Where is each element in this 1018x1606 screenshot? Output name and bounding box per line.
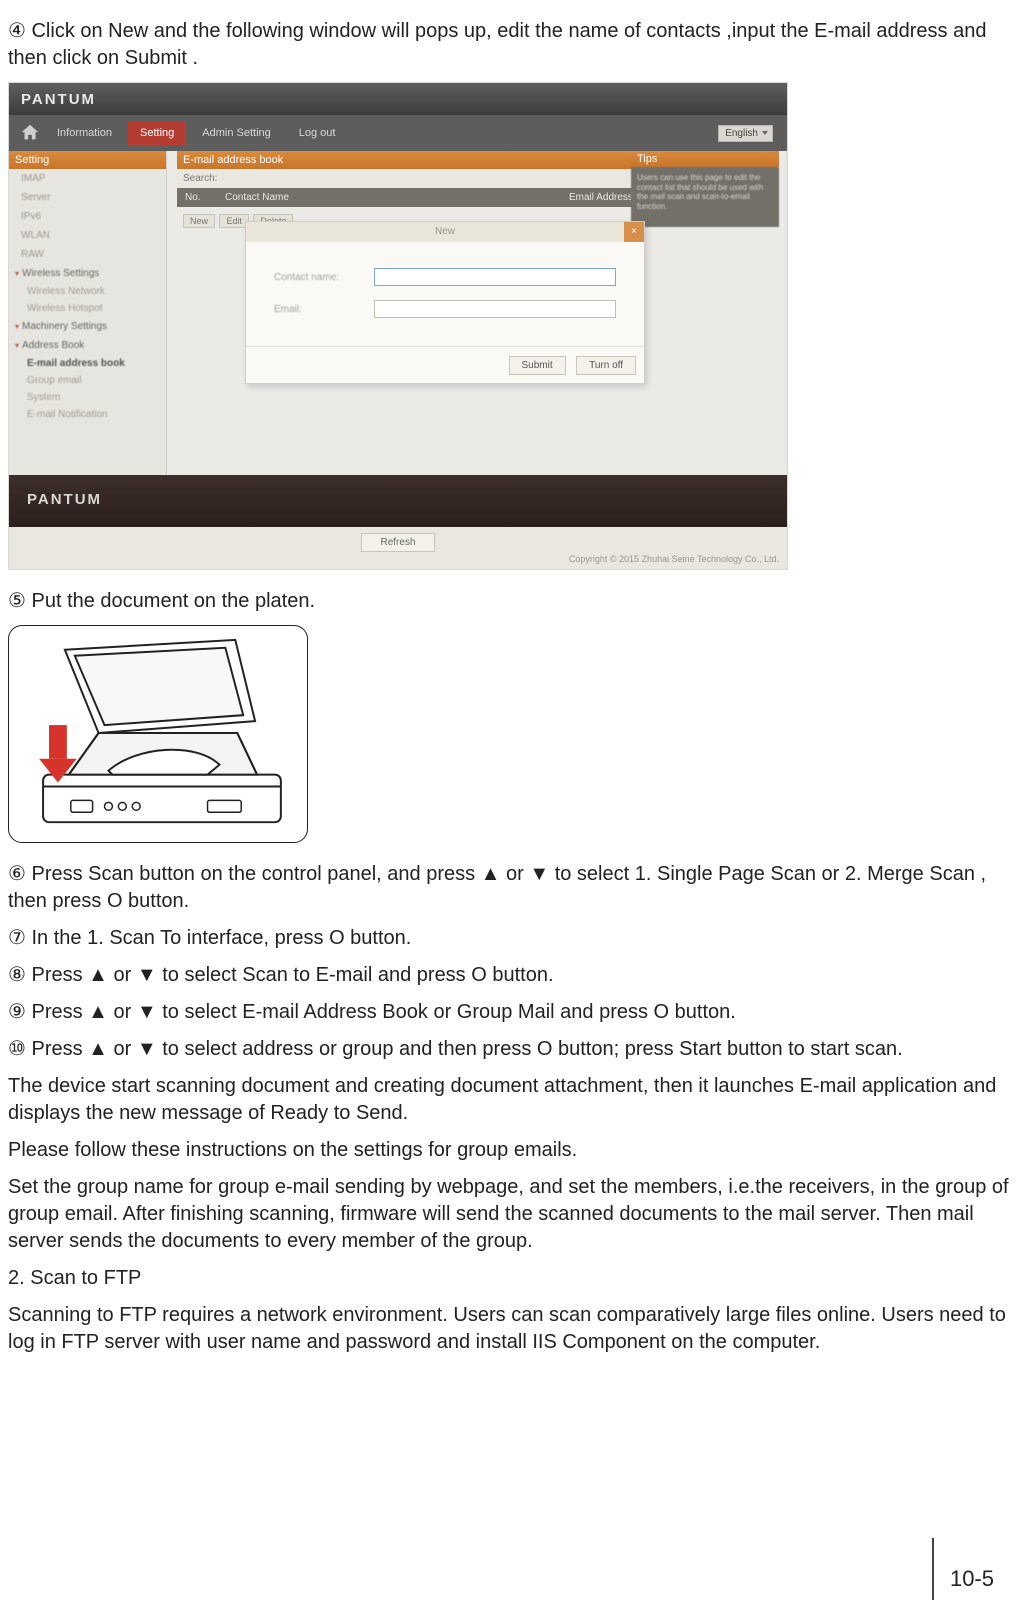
sidebar-sub-email-address-book[interactable]: E-mail address book	[9, 355, 166, 372]
tips-header: Tips	[631, 151, 779, 167]
search-label: Search:	[183, 173, 217, 184]
submit-button[interactable]: Submit	[509, 356, 566, 375]
scanner-platen-illustration	[8, 625, 308, 843]
email-label: Email:	[274, 304, 374, 315]
step-4-text: ④ Click on New and the following window …	[8, 18, 1010, 72]
home-icon[interactable]	[19, 122, 41, 144]
tips-panel: Tips Users can use this page to edit the…	[631, 151, 779, 227]
refresh-button[interactable]: Refresh	[361, 533, 434, 552]
sidebar-group-wireless[interactable]: Wireless Settings	[9, 264, 166, 283]
contact-name-label: Contact name:	[274, 272, 374, 283]
tab-log-out[interactable]: Log out	[287, 121, 348, 145]
paragraph-follow: Please follow these instructions on the …	[8, 1137, 1010, 1164]
step-7-text: ⑦ In the 1. Scan To interface, press O b…	[8, 925, 1010, 952]
sidebar-item[interactable]: WLAN	[9, 226, 166, 245]
brand-bottom-strip: PANTUM	[9, 475, 787, 527]
sidebar-sub-system[interactable]: System	[9, 389, 166, 406]
step-9-text: ⑨ Press ▲ or ▼ to select E-mail Address …	[8, 999, 1010, 1026]
sidebar-item[interactable]: IPv6	[9, 207, 166, 226]
paragraph-launch: The device start scanning document and c…	[8, 1073, 1010, 1127]
sidebar-sub-wireless-network[interactable]: Wireless Network	[9, 283, 166, 300]
page-number-rule	[932, 1538, 934, 1600]
turn-off-button[interactable]: Turn off	[576, 356, 636, 375]
paragraph-group: Set the group name for group e-mail send…	[8, 1174, 1010, 1255]
heading-scan-to-ftp: 2. Scan to FTP	[8, 1265, 1010, 1292]
sidebar-sub-email-notification[interactable]: E-mail Notification	[9, 406, 166, 423]
step-10-text: ⑩ Press ▲ or ▼ to select address or grou…	[8, 1036, 1010, 1063]
pantum-web-ui-screenshot: PANTUM Information Setting Admin Setting…	[8, 82, 788, 570]
th-contact-name: Contact Name	[225, 192, 569, 203]
brand-logo-text: PANTUM	[21, 91, 96, 108]
new-button[interactable]: New	[183, 214, 215, 228]
sidebar-header: Setting	[9, 151, 166, 169]
th-no: No.	[185, 192, 225, 203]
modal-title: New ×	[246, 222, 644, 242]
tab-setting[interactable]: Setting	[128, 121, 186, 145]
sidebar-item[interactable]: Server	[9, 188, 166, 207]
page-number: 10-5	[950, 1566, 994, 1592]
sidebar-sub-group-email[interactable]: Group email	[9, 372, 166, 389]
sidebar-sub-wireless-hotspot[interactable]: Wireless Hotspot	[9, 300, 166, 317]
tips-body: Users can use this page to edit the cont…	[631, 167, 779, 227]
step-5-text: ⑤ Put the document on the platen.	[8, 588, 1010, 615]
paragraph-ftp: Scanning to FTP requires a network envir…	[8, 1302, 1010, 1356]
sidebar-item[interactable]: RAW	[9, 245, 166, 264]
sidebar-item[interactable]: IMAP	[9, 169, 166, 188]
modal-title-text: New	[435, 226, 455, 237]
nav-bar: Information Setting Admin Setting Log ou…	[9, 115, 787, 151]
new-contact-modal: New × Contact name: Email:	[245, 221, 645, 384]
footer-bar: Refresh Copyright © 2015 Zhuhai Seine Te…	[9, 527, 787, 569]
copyright-text: Copyright © 2015 Zhuhai Seine Technology…	[9, 552, 787, 566]
contact-name-input[interactable]	[374, 268, 616, 286]
modal-close-button[interactable]: ×	[624, 222, 644, 242]
sidebar-group-machinery[interactable]: Machinery Settings	[9, 317, 166, 336]
main-area: E-mail address book Search: No. Contact …	[167, 151, 787, 527]
settings-sidebar: Setting IMAP Server IPv6 WLAN RAW Wirele…	[9, 151, 167, 527]
brand-logo-bottom: PANTUM	[9, 475, 787, 508]
language-select[interactable]: English	[718, 125, 773, 142]
step-8-text: ⑧ Press ▲ or ▼ to select Scan to E-mail …	[8, 962, 1010, 989]
step-6-text: ⑥ Press Scan button on the control panel…	[8, 861, 1010, 915]
email-input[interactable]	[374, 300, 616, 318]
tab-information[interactable]: Information	[45, 121, 124, 145]
tab-admin-setting[interactable]: Admin Setting	[190, 121, 282, 145]
brand-bar: PANTUM	[9, 83, 787, 115]
sidebar-group-address-book[interactable]: Address Book	[9, 336, 166, 355]
